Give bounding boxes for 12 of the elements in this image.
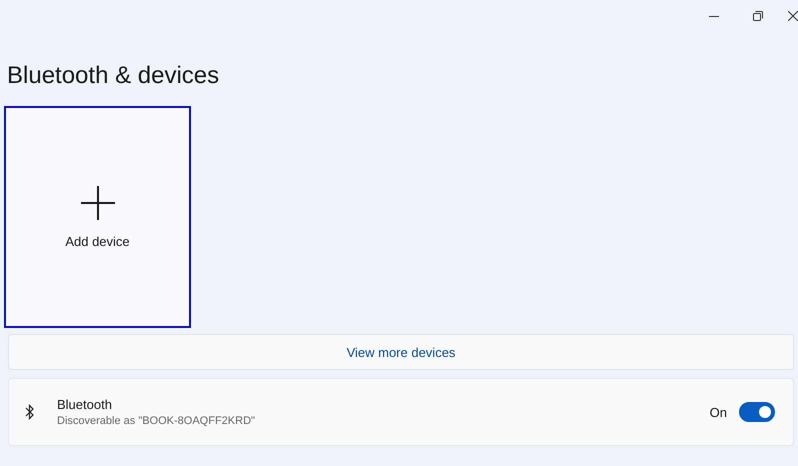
restore-icon[interactable]: [753, 11, 763, 21]
view-more-devices-button[interactable]: View more devices: [8, 334, 794, 370]
bluetooth-toggle[interactable]: [739, 402, 775, 422]
add-device-label: Add device: [65, 234, 130, 248]
bluetooth-subtitle: Discoverable as "BOOK-8OAQFF2KRD": [57, 415, 256, 427]
close-icon[interactable]: [788, 11, 798, 21]
plus-icon: [80, 186, 114, 220]
bluetooth-title: Bluetooth: [57, 397, 113, 412]
page-title: Bluetooth & devices: [7, 61, 220, 91]
toggle-state-label: On: [710, 404, 727, 420]
bluetooth-icon: [25, 403, 35, 421]
add-device-card[interactable]: Add device: [4, 106, 191, 328]
